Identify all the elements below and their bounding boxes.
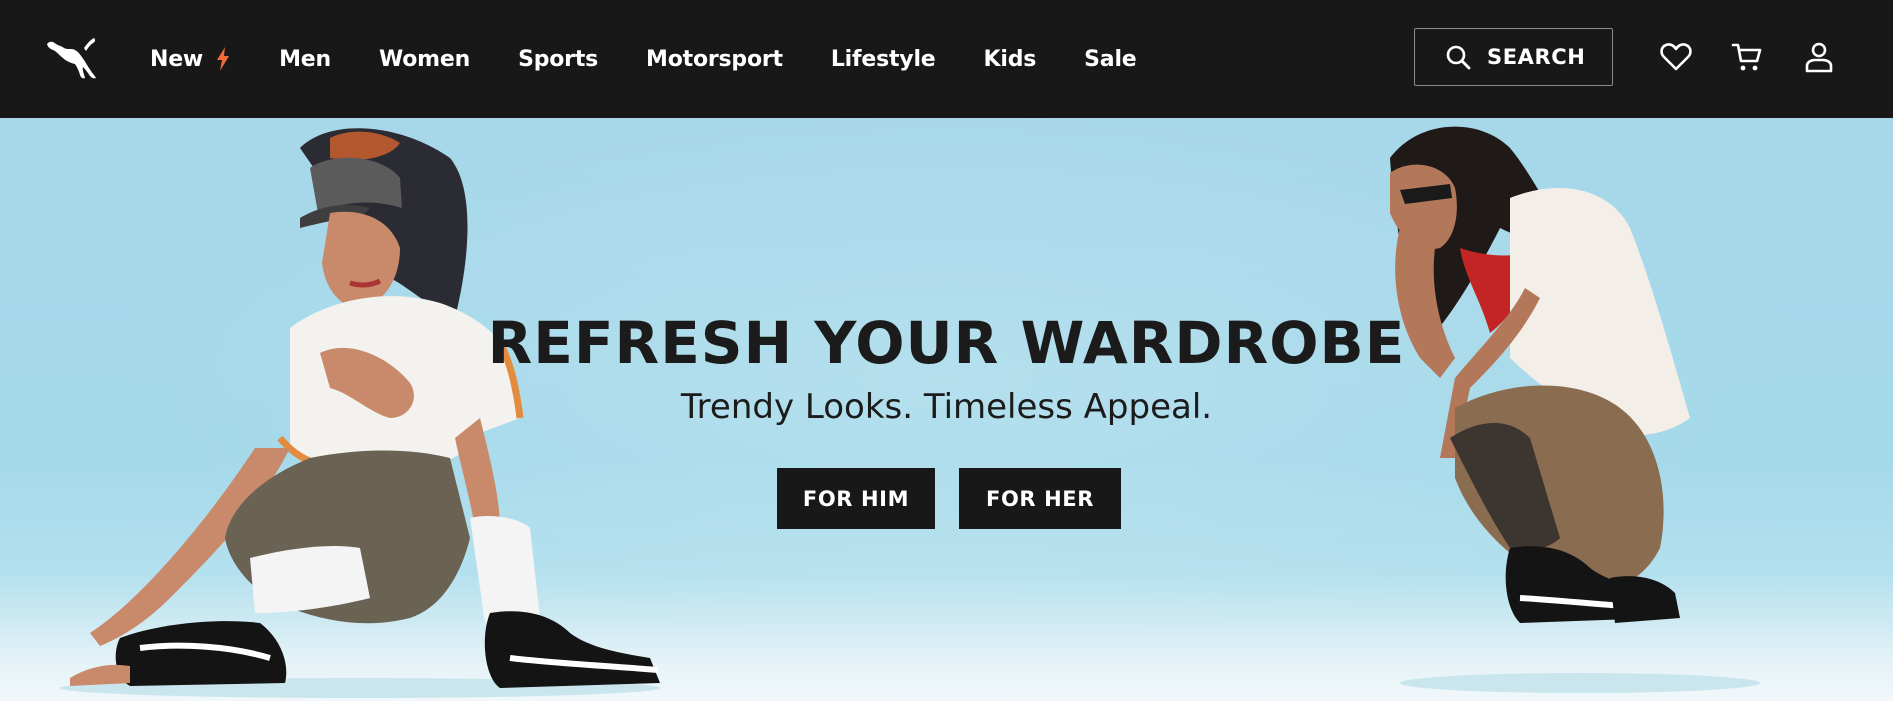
for-her-button[interactable]: FOR HER: [959, 468, 1121, 529]
heart-icon[interactable]: [1659, 40, 1693, 74]
menu-item-men[interactable]: Men: [279, 47, 331, 72]
for-him-button[interactable]: FOR HIM: [777, 468, 935, 529]
top-navigation-bar: New Men Women Sports Motorsport Lifestyl…: [0, 0, 1893, 118]
hero-title: REFRESH YOUR WARDROBE: [487, 309, 1406, 377]
search-label: SEARCH: [1487, 45, 1586, 69]
menu-item-label: Lifestyle: [830, 46, 936, 72]
lightning-bolt-icon: [217, 47, 230, 71]
menu-item-women[interactable]: Women: [379, 47, 470, 72]
menu-item-label: Sports: [518, 46, 599, 72]
search-button[interactable]: SEARCH: [1414, 28, 1613, 86]
hero-banner[interactable]: REFRESH YOUR WARDROBE Trendy Looks. Time…: [0, 118, 1893, 701]
menu-item-lifestyle[interactable]: Lifestyle: [831, 47, 936, 72]
puma-logo-icon[interactable]: [44, 34, 100, 80]
menu-item-motorsport[interactable]: Motorsport: [646, 47, 783, 72]
menu-item-kids[interactable]: Kids: [984, 47, 1037, 72]
menu-item-sports[interactable]: Sports: [518, 47, 598, 72]
menu-item-label: Motorsport: [646, 46, 783, 72]
menu-item-label: Men: [279, 46, 331, 72]
menu-item-label: Women: [378, 46, 471, 72]
for-her-label: FOR HER: [986, 486, 1094, 511]
menu-item-label: Sale: [1084, 46, 1137, 72]
search-icon: [1446, 45, 1471, 70]
for-him-label: FOR HIM: [802, 486, 910, 511]
hero-subtitle: Trendy Looks. Timeless Appeal.: [680, 387, 1213, 427]
menu-item-label: New: [150, 46, 204, 72]
cart-icon[interactable]: [1730, 40, 1764, 74]
menu-item-new[interactable]: New: [150, 47, 231, 72]
main-menu: New Men Women Sports Motorsport Lifestyl…: [150, 0, 1185, 118]
menu-item-label: Kids: [983, 46, 1037, 72]
menu-item-sale[interactable]: Sale: [1084, 46, 1137, 72]
account-icon[interactable]: [1802, 40, 1836, 74]
